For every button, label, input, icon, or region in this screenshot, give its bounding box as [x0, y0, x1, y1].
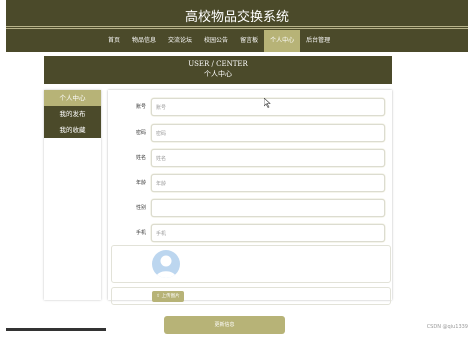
field-label: 账号	[135, 104, 146, 110]
update-info-button[interactable]: 更新信息	[164, 316, 285, 334]
input-placeholder: 姓名	[156, 156, 167, 162]
form-row-gender: 性别	[108, 197, 392, 217]
avatar-placeholder-icon	[152, 250, 180, 278]
name-input[interactable]: 姓名	[151, 149, 385, 167]
sidebar: 个人中心 我的发布 我的收藏	[44, 90, 101, 300]
header-divider	[6, 26, 468, 27]
mouse-cursor-icon	[264, 98, 271, 108]
sidebar-item-my-favorites[interactable]: 我的收藏	[44, 122, 101, 138]
field-label: 密码	[135, 130, 146, 136]
nav-admin[interactable]: 后台管理	[300, 30, 336, 52]
upload-row: ⇧ 上传图片	[111, 287, 391, 305]
nav-items[interactable]: 物品信息	[126, 30, 162, 52]
form-row-password: 密码 密码	[108, 122, 392, 142]
main-nav: 首页 物品信息 交流论坛 校园公告 留言板 个人中心 后台管理	[102, 30, 336, 52]
field-label: 手机	[135, 230, 146, 236]
nav-announcements[interactable]: 校园公告	[198, 30, 234, 52]
watermark: CSDN @qiu1339	[426, 324, 468, 330]
form-row-account: 账号 账号	[108, 96, 392, 116]
nav-forum[interactable]: 交流论坛	[162, 30, 198, 52]
password-input[interactable]: 密码	[151, 124, 385, 142]
nav-home[interactable]: 首页	[102, 30, 126, 52]
age-input[interactable]: 年龄	[151, 174, 385, 192]
nav-message-board[interactable]: 留言板	[234, 30, 264, 52]
input-placeholder: 年龄	[156, 181, 167, 187]
form-row-age: 年龄 年龄	[108, 172, 392, 192]
upload-image-button[interactable]: ⇧ 上传图片	[152, 291, 184, 302]
field-label: 姓名	[135, 155, 146, 161]
header-divider	[6, 28, 468, 29]
upload-icon: ⇧	[156, 294, 161, 299]
page-banner: USER / CENTER 个人中心	[44, 56, 392, 84]
profile-form-panel: 账号 账号 密码 密码 姓名 姓名 年龄 年龄 性别 手机 手机 ⇧ 上传图片	[108, 90, 392, 305]
banner-title-cn: 个人中心	[204, 70, 232, 78]
site-title: 高校物品交换系统	[184, 10, 289, 25]
input-placeholder: 密码	[156, 131, 167, 137]
avatar-preview-box	[111, 245, 391, 283]
bottom-scrollbar[interactable]	[6, 328, 106, 331]
phone-input[interactable]: 手机	[151, 224, 385, 242]
input-placeholder: 账号	[156, 105, 167, 111]
form-row-name: 姓名 姓名	[108, 147, 392, 167]
site-header: 高校物品交换系统 首页 物品信息 交流论坛 校园公告 留言板 个人中心 后台管理	[6, 0, 468, 52]
input-placeholder: 手机	[156, 231, 167, 237]
field-label: 性别	[135, 205, 146, 211]
upload-button-label: 上传图片	[161, 294, 180, 299]
nav-user-center[interactable]: 个人中心	[264, 30, 301, 52]
form-row-phone: 手机 手机	[108, 222, 392, 242]
sidebar-item-user-center[interactable]: 个人中心	[44, 90, 101, 106]
sidebar-item-my-posts[interactable]: 我的发布	[44, 106, 101, 122]
field-label: 年龄	[135, 180, 146, 186]
banner-title-en: USER / CENTER	[188, 60, 248, 68]
gender-select[interactable]	[151, 199, 385, 217]
